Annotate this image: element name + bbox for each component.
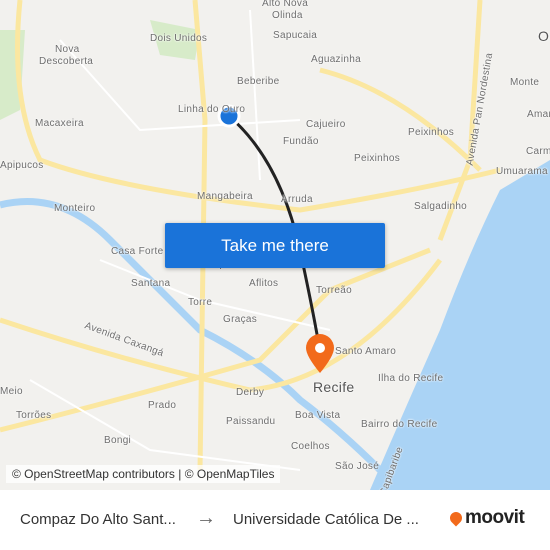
destination-pin-icon (306, 334, 334, 373)
destination-name: Universidade Católica De ... (233, 511, 419, 528)
map-label: Boa Vista (295, 410, 341, 421)
map-label: Recife (313, 379, 355, 395)
map-label: Bongi (104, 435, 132, 446)
map-label: Fundão (283, 136, 319, 147)
map-label: Macaxeira (35, 118, 84, 129)
map-label: Alto Nova (262, 0, 309, 9)
brand-name: moovit (465, 507, 525, 528)
moovit-logo: moovit (447, 507, 525, 529)
map-label: Aflitos (249, 278, 279, 289)
map-label: Monteiro (54, 203, 96, 214)
map-label: Olinda (272, 10, 303, 21)
route-footer: Compaz Do Alto Sant... → Universidade Ca… (0, 490, 550, 550)
map-label: Arruda (281, 194, 313, 205)
map-label: Derby (236, 387, 265, 398)
map-label: Peixinhos (354, 153, 401, 164)
map-label: Peixinhos (408, 127, 455, 138)
map-label: Prado (148, 400, 177, 411)
moovit-pin-icon (447, 509, 465, 527)
map-label: Santana (131, 278, 171, 289)
map-label: Torreão (316, 285, 353, 296)
map-label: Apipucos (0, 160, 44, 171)
map-label: Cajueiro (306, 119, 346, 130)
map-label: Ilha do Recife (378, 373, 444, 384)
map-label: Paissandu (226, 416, 276, 427)
arrow-right-icon: → (196, 507, 216, 529)
map-label: Aguazinha (311, 54, 361, 65)
map-label: Santo Amaro (335, 346, 397, 357)
map-label: Meio (0, 386, 23, 397)
map-label: Salgadinho (414, 201, 468, 212)
map-label: Coelhos (291, 441, 330, 452)
map-label: Mangabeira (197, 191, 253, 202)
map-label: Descoberta (39, 56, 94, 67)
map-label: Monte (510, 77, 540, 88)
map-label: Torre (188, 297, 213, 308)
map-label: Bairro do Recife (361, 419, 438, 430)
map-label: Amar (527, 109, 550, 120)
map-attribution[interactable]: © OpenStreetMap contributors | © OpenMap… (6, 465, 281, 483)
map-label: São José (335, 461, 380, 472)
map-label: Casa Forte (111, 246, 164, 257)
map-label: Graças (223, 314, 258, 325)
map-label: Nova (55, 44, 80, 55)
map-label: Beberibe (237, 76, 280, 87)
map-label: Carm (526, 146, 550, 157)
map-label: Dois Unidos (150, 33, 208, 44)
map-label: Torrões (16, 410, 52, 421)
map[interactable]: Alto Nova Olinda Dois Unidos Sapucaia No… (0, 0, 550, 490)
origin-name: Compaz Do Alto Sant... (20, 511, 176, 528)
map-label: Umuarama (496, 166, 548, 177)
map-label: Sapucaia (273, 30, 318, 41)
map-label: O (538, 28, 550, 44)
map-label: Linha do Ouro (178, 104, 246, 115)
take-me-there-button[interactable]: Take me there (165, 223, 385, 268)
